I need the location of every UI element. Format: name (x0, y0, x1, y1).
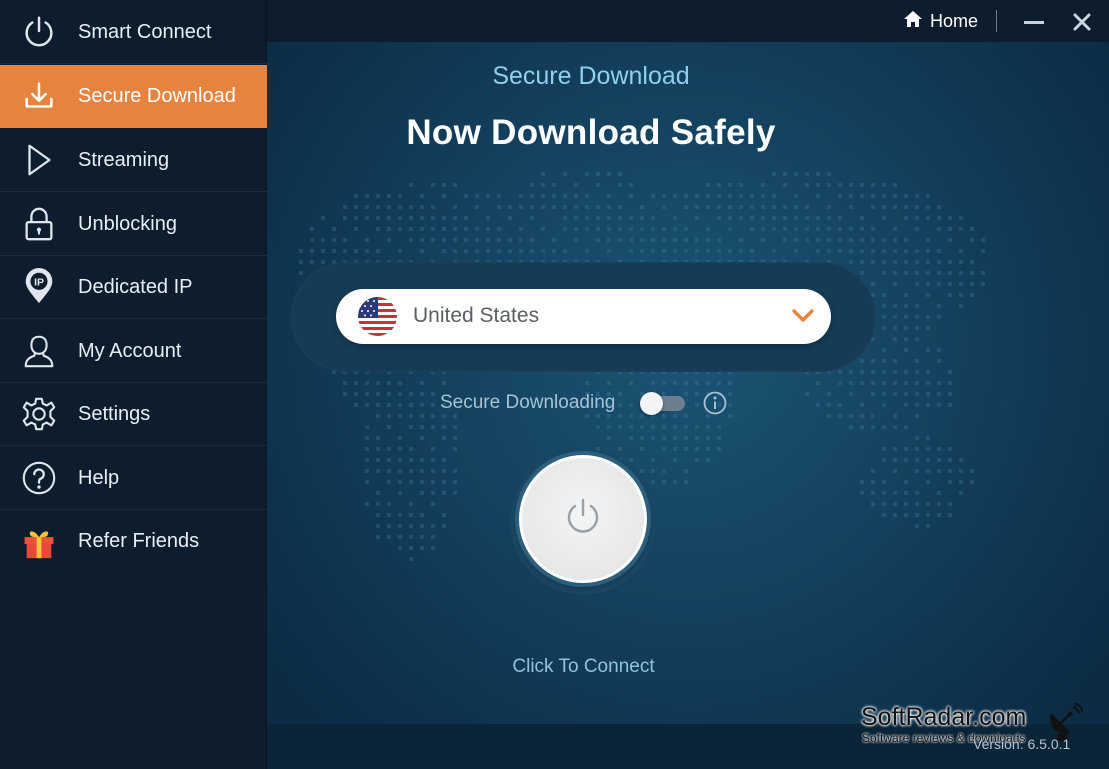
sidebar-item-my-account[interactable]: My Account (0, 320, 267, 383)
secure-downloading-toggle[interactable] (640, 392, 687, 415)
secure-downloading-row: Secure Downloading (440, 387, 727, 419)
play-icon (0, 129, 78, 192)
sidebar-item-refer-friends[interactable]: Refer Friends (0, 510, 267, 573)
sidebar: Smart Connect Secure Download Streaming … (0, 0, 267, 769)
sidebar-item-streaming[interactable]: Streaming (0, 129, 267, 192)
sidebar-item-secure-download[interactable]: Secure Download (0, 65, 267, 128)
us-flag-icon (358, 297, 397, 336)
home-icon (903, 10, 923, 33)
lock-icon (0, 193, 78, 256)
sidebar-item-help[interactable]: Help (0, 447, 267, 510)
selected-country: United States (413, 304, 540, 327)
main-panel: Home Secure Download Now Download Safely (267, 0, 1109, 769)
click-to-connect-label[interactable]: Click To Connect (267, 656, 900, 678)
chevron-down-icon (791, 306, 815, 326)
sidebar-item-settings[interactable]: Settings (0, 383, 267, 446)
sidebar-item-unblocking[interactable]: Unblocking (0, 193, 267, 256)
sidebar-item-label: Settings (78, 402, 151, 425)
title-bar: Home (267, 0, 1109, 42)
home-button[interactable]: Home (903, 9, 978, 33)
connect-button[interactable] (519, 455, 647, 583)
sidebar-item-smart-connect[interactable]: Smart Connect (0, 1, 267, 64)
power-icon (0, 1, 78, 64)
gear-icon (0, 383, 78, 446)
titlebar-divider (996, 10, 997, 32)
svg-text:IP: IP (34, 278, 44, 289)
power-icon (561, 495, 605, 544)
sidebar-item-label: Secure Download (78, 84, 236, 107)
sidebar-item-label: Smart Connect (78, 20, 212, 43)
toggle-knob (640, 392, 663, 415)
help-icon (0, 447, 78, 510)
sidebar-item-label: Unblocking (78, 212, 177, 235)
sidebar-item-label: Refer Friends (78, 530, 200, 552)
page-title: Now Download Safely (406, 113, 776, 152)
sidebar-item-label: Streaming (78, 148, 170, 171)
ip-pin-icon: IP (0, 256, 78, 319)
page-subtitle: Secure Download (492, 62, 690, 90)
home-label: Home (930, 10, 979, 31)
sidebar-item-label: My Account (78, 339, 182, 362)
close-icon (1073, 13, 1091, 31)
sidebar-item-dedicated-ip[interactable]: IP Dedicated IP (0, 256, 267, 319)
gift-icon (0, 510, 78, 573)
toggle-label: Secure Downloading (440, 392, 616, 413)
info-icon[interactable] (702, 390, 728, 416)
download-icon (0, 65, 78, 128)
version-label: Version: 6.5.0.1 (973, 736, 1071, 752)
sidebar-item-label: Help (78, 466, 120, 489)
country-dropdown[interactable]: United States (336, 289, 831, 344)
watermark-title: SoftRadar.com (861, 703, 1027, 731)
close-button[interactable] (1070, 10, 1094, 34)
minimize-button[interactable] (1022, 10, 1046, 34)
user-icon (0, 320, 78, 383)
sidebar-item-label: Dedicated IP (78, 275, 193, 298)
